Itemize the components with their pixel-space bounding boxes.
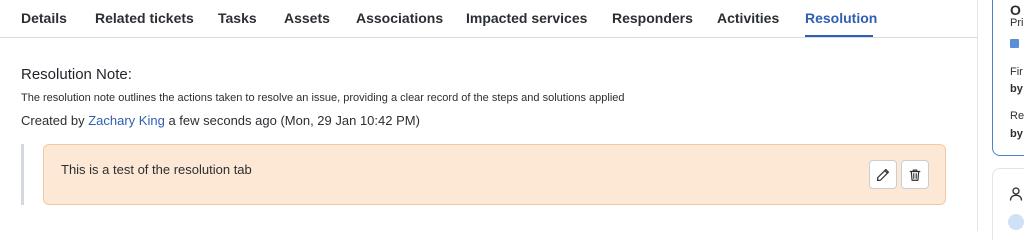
delete-note-button[interactable] bbox=[901, 160, 929, 189]
tab-details[interactable]: Details bbox=[21, 10, 67, 26]
created-by-prefix: Created by bbox=[21, 113, 85, 128]
active-tab-indicator bbox=[805, 35, 873, 37]
tab-bar: Details Related tickets Tasks Assets Ass… bbox=[0, 0, 977, 38]
trash-icon bbox=[909, 168, 921, 181]
side-field-resolved-value: by bbox=[1010, 128, 1023, 140]
side-field-first-label: Fir bbox=[1010, 66, 1023, 78]
tab-impacted-services[interactable]: Impacted services bbox=[466, 10, 587, 26]
side-field-first-value: by bbox=[1010, 83, 1023, 95]
created-timestamp: a few seconds ago (Mon, 29 Jan 10:42 PM) bbox=[168, 113, 420, 128]
resolution-note-title: Resolution Note: bbox=[21, 66, 132, 83]
avatar bbox=[1008, 214, 1024, 230]
tab-activities[interactable]: Activities bbox=[717, 10, 779, 26]
author-link[interactable]: Zachary King bbox=[88, 113, 165, 128]
side-card-header: O bbox=[1010, 2, 1021, 18]
resolution-note-description: The resolution note outlines the actions… bbox=[21, 92, 625, 104]
tab-tasks[interactable]: Tasks bbox=[218, 10, 257, 26]
tab-responders[interactable]: Responders bbox=[612, 10, 693, 26]
tab-associations[interactable]: Associations bbox=[356, 10, 443, 26]
priority-color-swatch bbox=[1010, 39, 1019, 48]
quote-bar bbox=[21, 144, 24, 205]
tab-assets[interactable]: Assets bbox=[284, 10, 330, 26]
resolution-note-card: This is a test of the resolution tab bbox=[43, 144, 946, 205]
tab-resolution[interactable]: Resolution bbox=[805, 10, 877, 26]
resolution-note-text: This is a test of the resolution tab bbox=[61, 162, 252, 177]
ticket-main-panel: Details Related tickets Tasks Assets Ass… bbox=[0, 0, 977, 231]
edit-note-button[interactable] bbox=[869, 160, 897, 189]
panel-divider bbox=[977, 0, 978, 231]
tab-related-tickets[interactable]: Related tickets bbox=[95, 10, 194, 26]
pencil-icon bbox=[876, 168, 890, 181]
created-by-line: Created by Zachary King a few seconds ag… bbox=[21, 113, 420, 128]
side-field-resolved-label: Re bbox=[1010, 110, 1024, 122]
side-field-priority-label: Pri bbox=[1010, 17, 1024, 29]
person-icon bbox=[1009, 187, 1023, 201]
